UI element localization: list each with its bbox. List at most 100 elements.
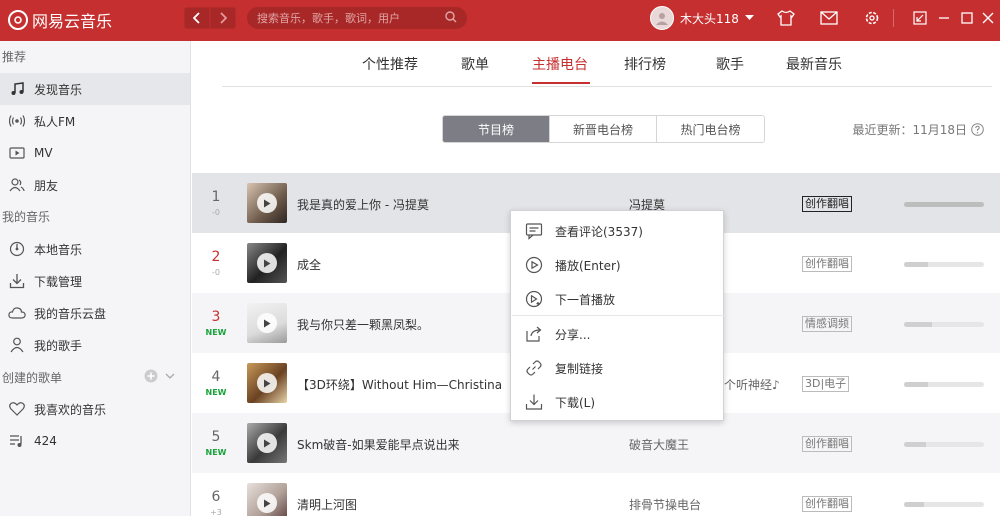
help-icon[interactable] — [971, 123, 984, 136]
menu-item-download[interactable]: 下载(L) — [511, 384, 723, 418]
chart-segment-control: 节目榜 新晋电台榜 热门电台榜 — [442, 115, 765, 143]
segment-hot-radio-chart[interactable]: 热门电台榜 — [657, 116, 764, 142]
program-category[interactable]: 创作翻唱 — [802, 256, 852, 272]
sidebar-item-discover-music[interactable]: 发现音乐 — [0, 73, 190, 105]
sidebar-item-my-singers[interactable]: 我的歌手 — [0, 329, 190, 361]
playlist-icon — [8, 432, 26, 450]
sidebar-item-liked-music[interactable]: 我喜欢的音乐 — [0, 393, 190, 425]
search-icon[interactable] — [445, 11, 457, 23]
search-input[interactable] — [257, 11, 437, 25]
skin-icon[interactable] — [776, 8, 796, 28]
program-cover[interactable] — [247, 363, 287, 403]
sidebar-item-label: 本地音乐 — [34, 242, 83, 257]
table-row[interactable]: 6 +3 清明上河图 排骨节操电台 创作翻唱 — [192, 473, 1000, 516]
sidebar-item-local-music[interactable]: 本地音乐 — [0, 233, 190, 265]
download-icon — [8, 272, 26, 290]
back-button[interactable] — [184, 7, 210, 29]
tab-ranking[interactable]: 排行榜 — [624, 54, 666, 74]
segment-new-radio-chart[interactable]: 新晋电台榜 — [550, 116, 657, 142]
sidebar-item-label: 424 — [34, 434, 57, 448]
menu-item-play-next[interactable]: 下一首播放 — [511, 281, 723, 315]
sidebar-item-label: 下载管理 — [34, 274, 83, 289]
program-category[interactable]: 创作翻唱 — [802, 196, 852, 212]
forward-button[interactable] — [210, 7, 236, 29]
popularity-bar — [904, 322, 984, 327]
menu-item-view-comments[interactable]: 查看评论(3537) — [511, 213, 723, 247]
menu-item-label: 复制链接 — [555, 362, 604, 376]
menu-item-label: 查看评论(3537) — [555, 225, 643, 239]
program-dj[interactable]: 排骨节操电台 — [629, 496, 701, 513]
menu-item-play[interactable]: 播放(Enter) — [511, 247, 723, 281]
program-cover[interactable] — [247, 243, 287, 283]
last-updated-label: 最近更新：11月18日 — [852, 123, 967, 137]
mail-icon[interactable] — [819, 8, 839, 28]
program-title[interactable]: 【3D环绕】Without Him—Christina — [297, 376, 502, 393]
rank-number: 1 — [211, 189, 221, 205]
segment-program-chart[interactable]: 节目榜 — [443, 116, 550, 142]
sidebar-item-label: 我喜欢的音乐 — [34, 402, 107, 417]
minimize-icon[interactable] — [934, 8, 954, 28]
caret-down-icon[interactable] — [744, 15, 754, 21]
popularity-bar — [904, 262, 984, 267]
tab-dj-radio[interactable]: 主播电台 — [532, 54, 588, 74]
play-icon[interactable] — [257, 313, 277, 333]
rank-number: 5 — [211, 429, 221, 445]
avatar[interactable] — [650, 6, 674, 30]
sidebar-item-music-cloud[interactable]: 我的音乐云盘 — [0, 297, 190, 329]
rank-change: NEW — [205, 388, 227, 397]
user-menu[interactable]: 木大头118 — [650, 6, 754, 30]
program-category[interactable]: 3D|电子 — [802, 376, 850, 392]
sidebar-item-playlist-424[interactable]: 424 — [0, 425, 190, 457]
program-title[interactable]: 清明上河图 — [297, 496, 357, 513]
chevron-down-icon[interactable] — [164, 369, 176, 383]
program-category[interactable]: 情感调频 — [802, 316, 852, 332]
program-title[interactable]: 我与你只差一颗黑凤梨。 — [297, 316, 429, 333]
sidebar-item-friends[interactable]: 朋友 — [0, 169, 190, 201]
rank-change: +3 — [210, 508, 222, 516]
tab-playlists[interactable]: 歌单 — [461, 54, 489, 74]
last-updated: 最近更新：11月18日 — [852, 121, 984, 138]
sidebar-item-private-fm[interactable]: 私人FM — [0, 105, 190, 137]
play-icon[interactable] — [257, 373, 277, 393]
play-icon[interactable] — [257, 433, 277, 453]
program-title[interactable]: 我是真的爱上你 - 冯提莫 — [297, 196, 429, 213]
menu-item-share[interactable]: 分享... — [511, 316, 723, 350]
search-box[interactable] — [247, 7, 467, 29]
popularity-fill — [904, 382, 928, 387]
tab-singers[interactable]: 歌手 — [716, 54, 744, 74]
mini-mode-icon[interactable] — [910, 8, 930, 28]
program-title[interactable]: 成全 — [297, 256, 321, 273]
program-dj[interactable]: 破音大魔王 — [629, 436, 689, 453]
program-category[interactable]: 创作翻唱 — [802, 436, 852, 452]
add-playlist-icon[interactable] — [144, 369, 158, 383]
program-cover[interactable] — [247, 423, 287, 463]
rank-change: -0 — [212, 268, 220, 277]
play-next-icon — [525, 290, 543, 308]
popularity-fill — [904, 502, 924, 507]
play-icon[interactable] — [257, 493, 277, 513]
maximize-icon[interactable] — [957, 8, 977, 28]
sidebar-item-download-manager[interactable]: 下载管理 — [0, 265, 190, 297]
program-category[interactable]: 创作翻唱 — [802, 496, 852, 512]
menu-item-copy-link[interactable]: 复制链接 — [511, 350, 723, 384]
close-icon[interactable] — [978, 8, 998, 28]
popularity-bar — [904, 502, 984, 507]
tab-new-music[interactable]: 最新音乐 — [786, 54, 842, 74]
program-cover[interactable] — [247, 483, 287, 516]
sidebar-item-label: MV — [34, 146, 53, 160]
program-cover[interactable] — [247, 183, 287, 223]
sidebar-item-mv[interactable]: MV — [0, 137, 190, 169]
download-icon — [525, 394, 543, 410]
username[interactable]: 木大头118 — [680, 10, 739, 27]
gear-icon[interactable] — [862, 8, 882, 28]
tab-personal-recommend[interactable]: 个性推荐 — [362, 54, 418, 74]
table-row[interactable]: 5 NEW Skm破音-如果爱能早点说出来 破音大魔王 创作翻唱 — [192, 413, 1000, 473]
sidebar-item-label: 发现音乐 — [34, 82, 83, 97]
program-title[interactable]: Skm破音-如果爱能早点说出来 — [297, 436, 460, 453]
program-cover[interactable] — [247, 303, 287, 343]
play-icon[interactable] — [257, 253, 277, 273]
popularity-bar — [904, 382, 984, 387]
app-logo[interactable]: 网易云音乐 — [8, 8, 112, 32]
play-icon[interactable] — [257, 193, 277, 213]
chevron-left-icon — [193, 12, 200, 24]
